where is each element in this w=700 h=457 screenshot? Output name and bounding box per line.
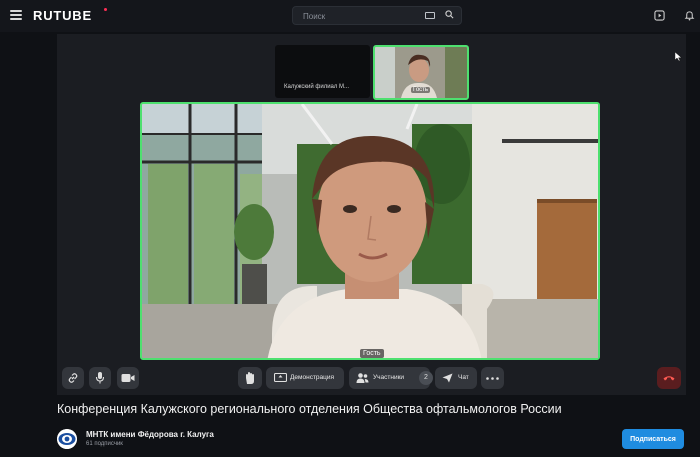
search-icon[interactable]: [445, 10, 454, 19]
hang-up-phone-icon: [663, 376, 675, 381]
screen-share-label: Демонстрация: [290, 374, 335, 381]
top-header: RUTUBE: [0, 0, 700, 32]
participant-tile-kaluga[interactable]: Калужский филиал М...: [275, 45, 370, 98]
logo-dot: [104, 8, 107, 11]
participants-icon: [356, 373, 369, 383]
microphone-button[interactable]: [89, 367, 111, 389]
hang-up-button[interactable]: [657, 367, 681, 389]
more-options-button[interactable]: [481, 367, 504, 389]
screen-share-icon: [274, 373, 287, 383]
participant-name: Гость: [411, 87, 431, 93]
search-box[interactable]: [292, 6, 462, 25]
more-dots-icon: [486, 377, 499, 380]
subscriber-count: 61 подписчик: [86, 441, 123, 447]
rutube-logo[interactable]: RUTUBE: [33, 8, 92, 23]
screen-share-button[interactable]: Демонстрация: [266, 367, 344, 389]
camera-icon: [121, 374, 135, 382]
hand-icon: [246, 372, 254, 384]
search-input[interactable]: [301, 9, 415, 24]
participants-label: Участники: [373, 374, 405, 381]
chat-button[interactable]: Чат: [435, 367, 477, 389]
speaker-video-frame: [142, 104, 598, 358]
subscribe-button[interactable]: Подписаться: [622, 429, 684, 449]
keyboard-icon[interactable]: [425, 12, 435, 19]
hamburger-menu-icon[interactable]: [10, 10, 22, 20]
channel-name[interactable]: МНТК имени Фёдорова г. Калуга: [86, 430, 214, 439]
camera-button[interactable]: [117, 367, 139, 389]
notification-bell-icon[interactable]: [684, 10, 695, 21]
copy-link-button[interactable]: [62, 367, 84, 389]
upload-video-icon[interactable]: [654, 10, 665, 21]
participant-name: Калужский филиал М...: [284, 84, 350, 90]
participant-tile-guest[interactable]: Гость: [373, 45, 469, 100]
chat-label: Чат: [458, 374, 469, 381]
participants-count-badge: 2: [419, 371, 433, 385]
channel-avatar[interactable]: [57, 429, 77, 449]
microphone-icon: [95, 372, 105, 384]
raise-hand-button[interactable]: [238, 367, 262, 389]
video-title: Конференция Калужского регионального отд…: [57, 402, 562, 416]
send-chat-icon: [442, 373, 453, 383]
link-icon: [68, 373, 78, 383]
channel-logo-icon: [57, 429, 77, 449]
main-speaker-video[interactable]: Гость: [140, 102, 600, 360]
participants-button[interactable]: Участники 2: [349, 367, 433, 389]
speaker-name-label: Гость: [360, 349, 384, 358]
mouse-cursor-icon: [675, 52, 682, 61]
